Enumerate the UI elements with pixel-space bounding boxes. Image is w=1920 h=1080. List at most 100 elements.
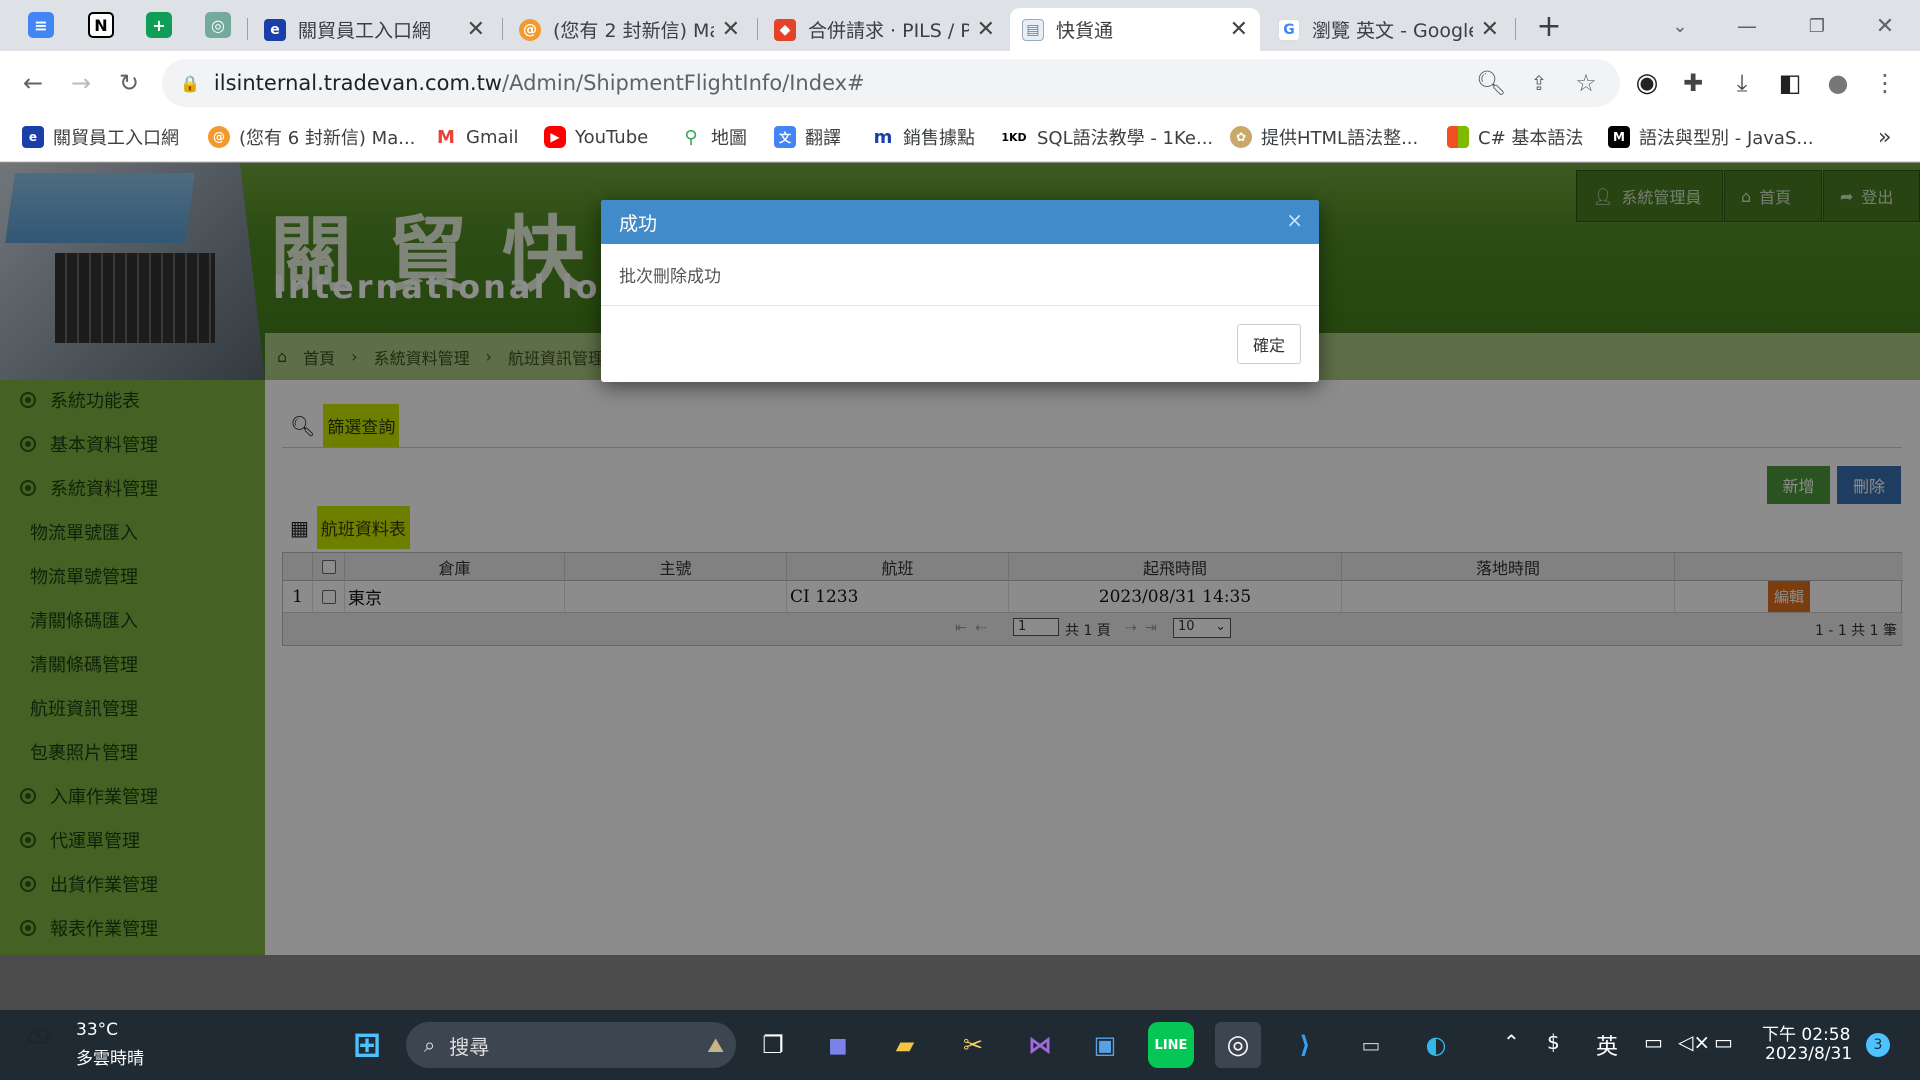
tab-mail[interactable]: @ (您有 2 封新信) Mai ✕ xyxy=(507,8,752,51)
bookmark-item[interactable]: M 語法與型別 - JavaS... xyxy=(1608,122,1814,152)
ime-indicator[interactable]: 英 xyxy=(1596,1029,1618,1061)
portal-favicon-icon: e xyxy=(264,18,286,41)
bookmark-star-icon[interactable]: ☆ xyxy=(1566,63,1606,103)
reload-icon[interactable]: ↻ xyxy=(109,63,149,103)
task-view-icon[interactable]: ❐ xyxy=(750,1022,796,1068)
vscode-icon[interactable]: ⟩ xyxy=(1282,1022,1328,1068)
microsoft-icon xyxy=(1447,126,1469,148)
bookmarks-overflow-button[interactable]: » xyxy=(1878,122,1891,152)
tab-title: 合併請求 · PILS / PIL xyxy=(808,20,969,42)
clock-date[interactable]: 2023/8/31 xyxy=(1765,1044,1852,1064)
zoom-icon[interactable]: 🔍︎ xyxy=(1471,63,1511,103)
bookmark-item[interactable]: ▶ YouTube xyxy=(544,122,648,152)
tab-gitlab[interactable]: ◆ 合併請求 · PILS / PIL ✕ xyxy=(762,8,1007,51)
terminal-icon[interactable]: ▭ xyxy=(1348,1022,1394,1068)
mail-favicon-icon: @ xyxy=(519,18,541,41)
dialog-close-icon[interactable]: × xyxy=(1286,208,1303,232)
tab-search-chevron-icon[interactable]: ⌄ xyxy=(1660,6,1700,46)
menu-kebab-icon[interactable]: ⋮ xyxy=(1865,63,1905,103)
edge-browser-icon[interactable]: ◐ xyxy=(1413,1022,1459,1068)
battery-icon[interactable]: ▭ xyxy=(1714,1030,1733,1054)
maps-pin-icon: ⚲ xyxy=(680,126,702,148)
snipping-tool-icon[interactable]: ✂ xyxy=(950,1022,996,1068)
mail-icon: @ xyxy=(208,126,230,148)
bookmark-item[interactable]: C# 基本語法 xyxy=(1447,122,1583,152)
close-tab-icon[interactable]: ✕ xyxy=(467,17,485,42)
dialog-header: 成功 × xyxy=(601,200,1319,244)
weather-temp[interactable]: 33°C xyxy=(76,1020,118,1040)
new-tab-button[interactable]: + xyxy=(1529,6,1569,46)
mdn-icon: M xyxy=(1608,126,1630,148)
dialog-message: 批次刪除成功 xyxy=(601,244,1319,306)
google-favicon-icon: G xyxy=(1278,18,1300,41)
taskbar-search-box[interactable]: ⌕ 搜尋 ⛰︎ xyxy=(406,1022,736,1068)
extensions-puzzle-icon[interactable]: ✚ xyxy=(1673,63,1713,103)
address-bar[interactable]: 🔒 ilsinternal.tradevan.com.tw/Admin/Ship… xyxy=(162,59,1620,107)
weather-cloud-sun-icon[interactable]: ⛅︎ xyxy=(26,1022,53,1062)
teams-chat-icon[interactable]: ◼ xyxy=(815,1022,861,1068)
tab-google-translate[interactable]: G 瀏覽 英文 - Google ✕ xyxy=(1266,8,1511,51)
tab-title: 關貿員工入口網 xyxy=(298,20,432,42)
tray-app-icon[interactable]: $ xyxy=(1547,1030,1560,1054)
side-panel-icon[interactable]: ◧ xyxy=(1770,63,1810,103)
profile-avatar-icon[interactable]: ● xyxy=(1818,63,1858,103)
bookmark-item[interactable]: m 銷售據點 xyxy=(872,122,975,152)
notification-badge[interactable]: 3 xyxy=(1866,1033,1890,1057)
search-highlight-image: ⛰︎ xyxy=(707,1033,724,1057)
bookmark-item[interactable]: ✿ 提供HTML語法整... xyxy=(1230,122,1418,152)
lock-icon: 🔒 xyxy=(180,73,200,93)
success-dialog: 成功 × 批次刪除成功 確定 xyxy=(601,200,1319,382)
visual-studio-icon[interactable]: ⋈ xyxy=(1017,1022,1063,1068)
store-m-icon: m xyxy=(872,126,894,148)
bookmark-item[interactable]: 1KD SQL語法教學 - 1Ke... xyxy=(1000,122,1213,152)
close-tab-icon[interactable]: ✕ xyxy=(1230,17,1248,42)
1keydata-icon: 1KD xyxy=(1000,126,1028,148)
dialog-title: 成功 xyxy=(619,212,658,235)
confirm-button[interactable]: 確定 xyxy=(1237,324,1301,364)
bookmark-item[interactable]: @ (您有 6 封新信) Ma... xyxy=(208,122,415,152)
tab-portal[interactable]: e 關貿員工入口網 ✕ xyxy=(252,8,497,51)
html-site-icon: ✿ xyxy=(1230,126,1252,148)
download-icon[interactable]: ⤓ xyxy=(1722,63,1762,103)
search-icon: ⌕ xyxy=(424,1033,436,1057)
close-tab-icon[interactable]: ✕ xyxy=(977,17,995,42)
url-path: /Admin/ShipmentFlightInfo/Index# xyxy=(502,71,865,95)
back-arrow-icon[interactable]: ← xyxy=(13,63,53,103)
gmail-icon: M xyxy=(435,126,457,148)
file-explorer-icon[interactable]: ▰ xyxy=(882,1022,928,1068)
remote-desktop-icon[interactable]: ▣ xyxy=(1082,1022,1128,1068)
forward-arrow-icon[interactable]: → xyxy=(61,63,101,103)
windows-start-icon[interactable]: ⊞ xyxy=(344,1022,390,1068)
bookmark-item[interactable]: e 關貿員工入口網 xyxy=(22,122,179,152)
translate-icon: 文 xyxy=(774,126,796,148)
tab-title: 瀏覽 英文 - Google xyxy=(1312,20,1473,42)
url-host: ilsinternal.tradevan.com.tw xyxy=(213,71,502,95)
youtube-icon: ▶ xyxy=(544,126,566,148)
tab-active-kuaihuotong[interactable]: ▤ 快貨通 ✕ xyxy=(1010,8,1260,51)
restore-window-button[interactable]: ❐ xyxy=(1797,6,1837,46)
close-window-button[interactable]: ✕ xyxy=(1865,6,1905,46)
bookmark-item[interactable]: 文翻譯 xyxy=(774,122,841,152)
chevron-up-icon[interactable]: ⌃ xyxy=(1503,1030,1520,1054)
bookmark-item[interactable]: M Gmail xyxy=(435,122,519,152)
page-favicon-icon: ▤ xyxy=(1022,18,1044,41)
tab-title: 快貨通 xyxy=(1056,20,1114,42)
google-sheets-pinned-tab[interactable]: + xyxy=(146,12,172,38)
tab-title: (您有 2 封新信) Mai xyxy=(553,20,714,42)
grammarly-extension-icon[interactable]: ◉ xyxy=(1627,63,1667,103)
share-icon[interactable]: ⇪ xyxy=(1519,63,1559,103)
volume-muted-icon[interactable]: ◁× xyxy=(1678,1030,1710,1054)
network-icon[interactable]: ▭ xyxy=(1644,1030,1663,1054)
minimize-window-button[interactable]: — xyxy=(1727,6,1767,46)
chatgpt-pinned-tab[interactable]: ◎ xyxy=(205,12,231,38)
chrome-icon[interactable]: ◎ xyxy=(1215,1022,1261,1068)
close-tab-icon[interactable]: ✕ xyxy=(1481,17,1499,42)
bookmark-item[interactable]: ⚲ 地圖 xyxy=(680,122,747,152)
weather-desc[interactable]: 多雲時晴 xyxy=(76,1044,144,1069)
notion-pinned-tab[interactable]: N xyxy=(88,12,114,38)
close-tab-icon[interactable]: ✕ xyxy=(722,17,740,42)
line-app-icon[interactable]: LINE xyxy=(1148,1022,1194,1068)
gitlab-favicon-icon: ◆ xyxy=(774,18,796,41)
google-docs-pinned-tab[interactable]: ≡ xyxy=(28,12,54,38)
clock-time[interactable]: 下午 02:58 xyxy=(1762,1020,1850,1045)
